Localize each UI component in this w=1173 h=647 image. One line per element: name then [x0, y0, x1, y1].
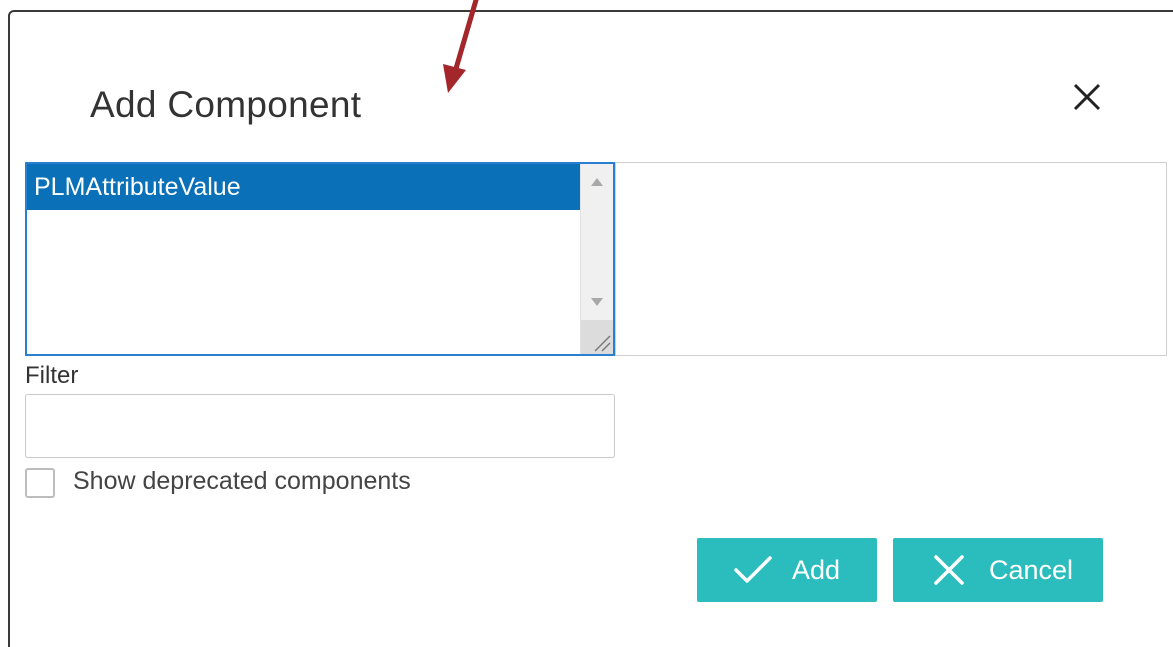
component-detail-panel — [615, 162, 1167, 356]
listbox-scrollbar[interactable] — [580, 164, 613, 354]
add-button-label: Add — [792, 555, 841, 585]
cancel-button-label: Cancel — [989, 555, 1074, 585]
cancel-button[interactable]: Cancel — [893, 538, 1103, 602]
close-button[interactable] — [1066, 76, 1108, 118]
show-deprecated-checkbox[interactable] — [25, 468, 55, 498]
add-button[interactable]: Add — [697, 538, 877, 602]
scroll-down-button[interactable] — [581, 284, 613, 318]
resize-grip[interactable] — [581, 320, 613, 354]
filter-label: Filter — [25, 362, 79, 389]
scroll-up-button[interactable] — [581, 166, 613, 200]
dialog-title: Add Component — [90, 84, 362, 125]
close-icon — [1073, 83, 1101, 111]
filter-input[interactable] — [25, 394, 615, 458]
component-listbox[interactable]: PLMAttributeValue — [25, 162, 615, 356]
screenshot-stage: Add Component PLMAttributeValue Filter S… — [0, 0, 1173, 647]
resize-grip-icon — [594, 335, 611, 352]
show-deprecated-label[interactable]: Show deprecated components — [73, 467, 411, 496]
list-item-plmattributevalue[interactable]: PLMAttributeValue — [27, 164, 580, 210]
checkmark-icon — [733, 552, 773, 595]
close-icon — [931, 552, 967, 595]
triangle-up-icon — [591, 178, 603, 186]
triangle-down-icon — [591, 298, 603, 306]
